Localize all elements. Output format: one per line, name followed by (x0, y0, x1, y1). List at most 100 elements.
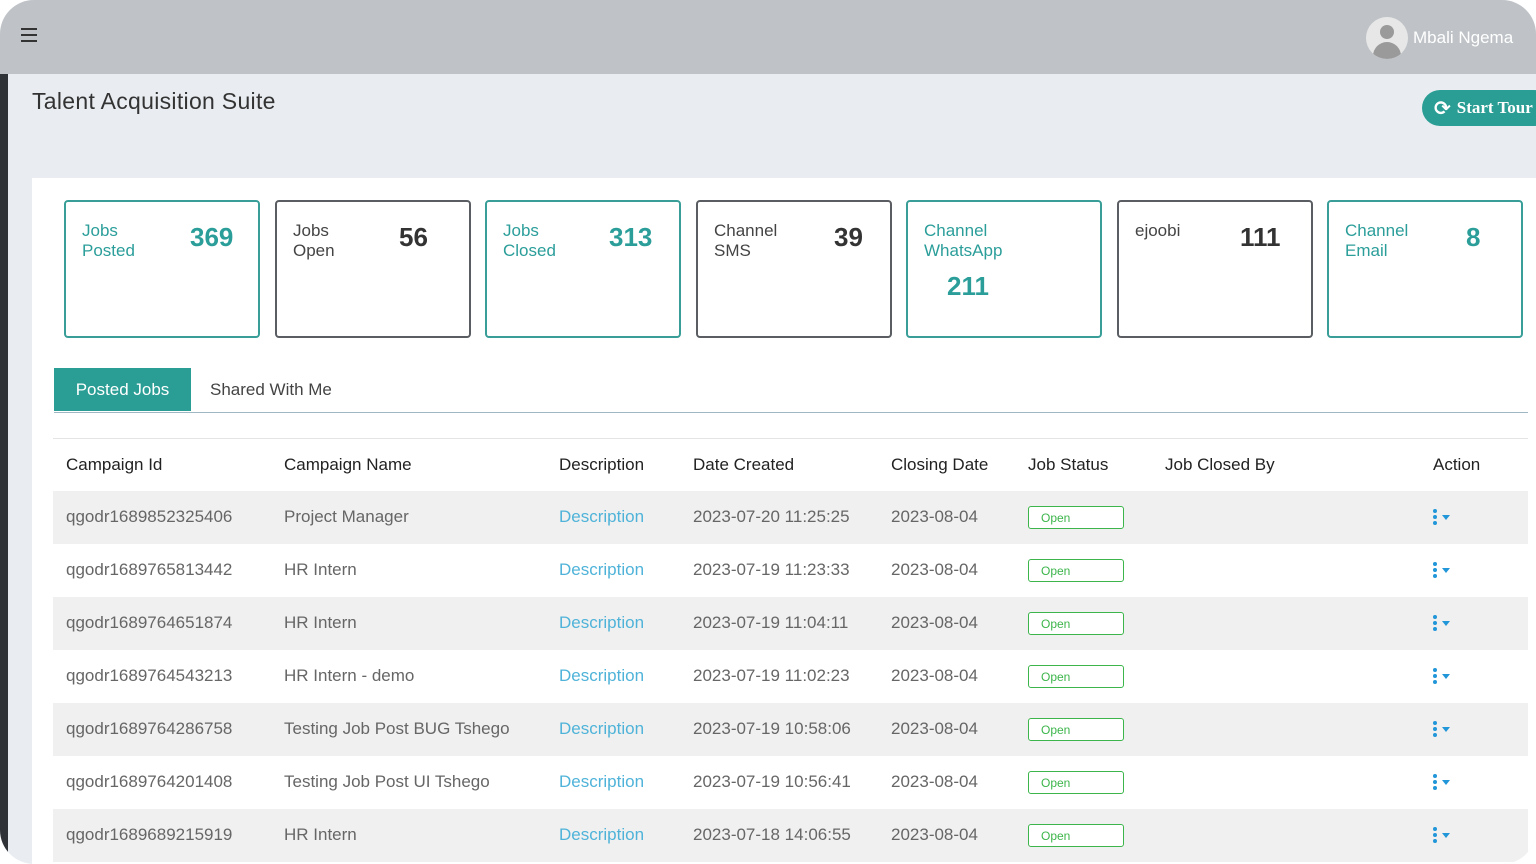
closing-date-cell: 2023-08-04 (891, 719, 978, 738)
hamburger-icon[interactable] (21, 28, 37, 42)
campaign-id-cell: qgodr1689765813442 (66, 560, 233, 579)
top-navbar: Mbali Ngema (0, 0, 1536, 74)
job-status-cell: Open (1015, 544, 1152, 597)
campaign-id-cell: qgodr1689764286758 (66, 719, 233, 738)
date-created-cell: 2023-07-19 10:56:41 (693, 772, 851, 791)
start-tour-button[interactable]: ⟳ Start Tour (1422, 90, 1536, 126)
date-created-cell: 2023-07-19 11:04:11 (693, 613, 849, 632)
user-menu[interactable]: Mbali Ngema (1366, 16, 1513, 60)
job-closed-by-cell (1152, 703, 1420, 756)
action-cell (1420, 544, 1528, 597)
app-window: Mbali Ngema Talent Acquisition Suite ⟳ S… (0, 0, 1536, 864)
stat-label: Jobs Closed (503, 221, 556, 260)
closing-date-cell: 2023-08-04 (891, 825, 978, 844)
kebab-menu-icon[interactable] (1433, 668, 1450, 685)
kebab-menu-icon[interactable] (1433, 615, 1450, 632)
column-header[interactable]: Campaign Name (271, 439, 546, 491)
action-cell (1420, 809, 1528, 862)
table-row: qgodr1689764201408 Testing Job Post UI Ts… (53, 756, 1528, 809)
column-header[interactable]: Campaign Id (53, 439, 271, 491)
table-body: qgodr1689852325406 Project Manager Descrip… (53, 490, 1528, 862)
table-row: qgodr1689764651874 HR Intern Description 20… (53, 596, 1528, 650)
kebab-menu-icon[interactable] (1433, 509, 1450, 526)
campaign-name-cell: Project Manager (284, 507, 409, 526)
column-header[interactable]: Job Status (1015, 439, 1152, 491)
job-closed-by-cell (1152, 756, 1420, 809)
campaign-id-cell: qgodr1689764543213 (66, 666, 233, 685)
campaign-id-cell: qgodr1689764201408 (66, 772, 233, 791)
closing-date-cell: 2023-08-04 (891, 560, 978, 579)
job-status-cell: Open (1015, 597, 1152, 650)
date-created-cell: 2023-07-19 11:02:23 (693, 666, 850, 685)
column-header[interactable]: Action (1420, 439, 1528, 491)
table-row: qgodr1689852325406 Project Manager Descrip… (53, 490, 1528, 544)
refresh-icon: ⟳ (1434, 96, 1451, 120)
stat-card-jobs-posted[interactable]: Jobs Posted 369 (64, 200, 260, 338)
status-badge: Open (1028, 505, 1124, 529)
stat-label: Channel WhatsApp (924, 221, 1003, 260)
stat-value: 56 (399, 222, 428, 252)
start-tour-label: Start Tour (1456, 98, 1533, 117)
stat-label: Jobs Posted (82, 221, 135, 260)
sidebar-edge (0, 74, 8, 864)
description-link[interactable]: Description (546, 544, 680, 597)
user-name: Mbali Ngema (1413, 28, 1514, 47)
status-badge: Open (1028, 717, 1124, 741)
kebab-menu-icon[interactable] (1433, 562, 1450, 579)
stat-value: 8 (1466, 222, 1481, 252)
stat-card-channel-email[interactable]: Channel Email 8 (1327, 200, 1523, 338)
description-link[interactable]: Description (546, 491, 680, 544)
kebab-menu-icon[interactable] (1433, 774, 1450, 791)
action-cell (1420, 650, 1528, 703)
campaign-name-cell: HR Intern - demo (284, 666, 415, 685)
job-status-cell: Open (1015, 809, 1152, 862)
stat-card-ejoobi[interactable]: ejoobi 111 (1117, 200, 1313, 338)
description-link[interactable]: Description (546, 703, 680, 756)
kebab-menu-icon[interactable] (1433, 827, 1450, 844)
column-header[interactable]: Job Closed By (1152, 439, 1420, 491)
avatar (1366, 17, 1408, 59)
campaign-name-cell: HR Intern (284, 560, 357, 579)
stat-value: 211 (947, 271, 989, 301)
tab-shared-with-me[interactable]: Shared With Me (210, 368, 332, 411)
description-link[interactable]: Description (546, 756, 680, 809)
tab-posted-jobs[interactable]: Posted Jobs (54, 368, 191, 411)
campaign-id-cell: qgodr1689852325406 (66, 507, 233, 526)
column-header[interactable]: Description (546, 439, 680, 491)
status-badge: Open (1028, 558, 1124, 582)
job-closed-by-cell (1152, 544, 1420, 597)
action-cell (1420, 756, 1528, 809)
stat-card-jobs-closed[interactable]: Jobs Closed 313 (485, 200, 681, 338)
stat-card-channel-sms[interactable]: Channel SMS 39 (696, 200, 892, 338)
tab-bar: Posted Jobs Shared With Me (54, 368, 1528, 413)
status-badge: Open (1028, 611, 1124, 635)
job-closed-by-cell (1152, 491, 1420, 544)
action-cell (1420, 597, 1528, 650)
stat-card-jobs-open[interactable]: Jobs Open 56 (275, 200, 471, 338)
campaign-id-cell: qgodr1689764651874 (66, 613, 233, 632)
date-created-cell: 2023-07-20 11:25:25 (693, 507, 850, 526)
stat-card-channel-whatsapp[interactable]: Channel WhatsApp 211 (906, 200, 1102, 338)
description-link[interactable]: Description (546, 809, 680, 862)
table-row: qgodr1689689215919 HR Intern Description 20… (53, 808, 1528, 862)
status-badge: Open (1028, 664, 1124, 688)
stat-label: Jobs Open (293, 221, 335, 260)
column-header[interactable]: Closing Date (878, 439, 1015, 491)
job-closed-by-cell (1152, 597, 1420, 650)
closing-date-cell: 2023-08-04 (891, 507, 978, 526)
description-link[interactable]: Description (546, 650, 680, 703)
campaign-id-cell: qgodr1689689215919 (66, 825, 233, 844)
stat-label: Channel Email (1345, 221, 1409, 260)
table-row: qgodr1689765813442 HR Intern Description 20… (53, 544, 1528, 597)
column-header[interactable]: Date Created (680, 439, 878, 491)
job-status-cell: Open (1015, 650, 1152, 703)
description-link[interactable]: Description (546, 597, 680, 650)
date-created-cell: 2023-07-18 14:06:55 (693, 825, 851, 844)
table-header-row: Campaign Id Campaign Name Description Da… (53, 438, 1528, 491)
stat-value: 313 (609, 222, 653, 252)
kebab-menu-icon[interactable] (1433, 721, 1450, 738)
job-status-cell: Open (1015, 491, 1152, 544)
campaign-name-cell: Testing Job Post BUG Tshego (284, 719, 510, 738)
job-closed-by-cell (1152, 650, 1420, 703)
stat-label: Channel SMS (714, 221, 778, 260)
